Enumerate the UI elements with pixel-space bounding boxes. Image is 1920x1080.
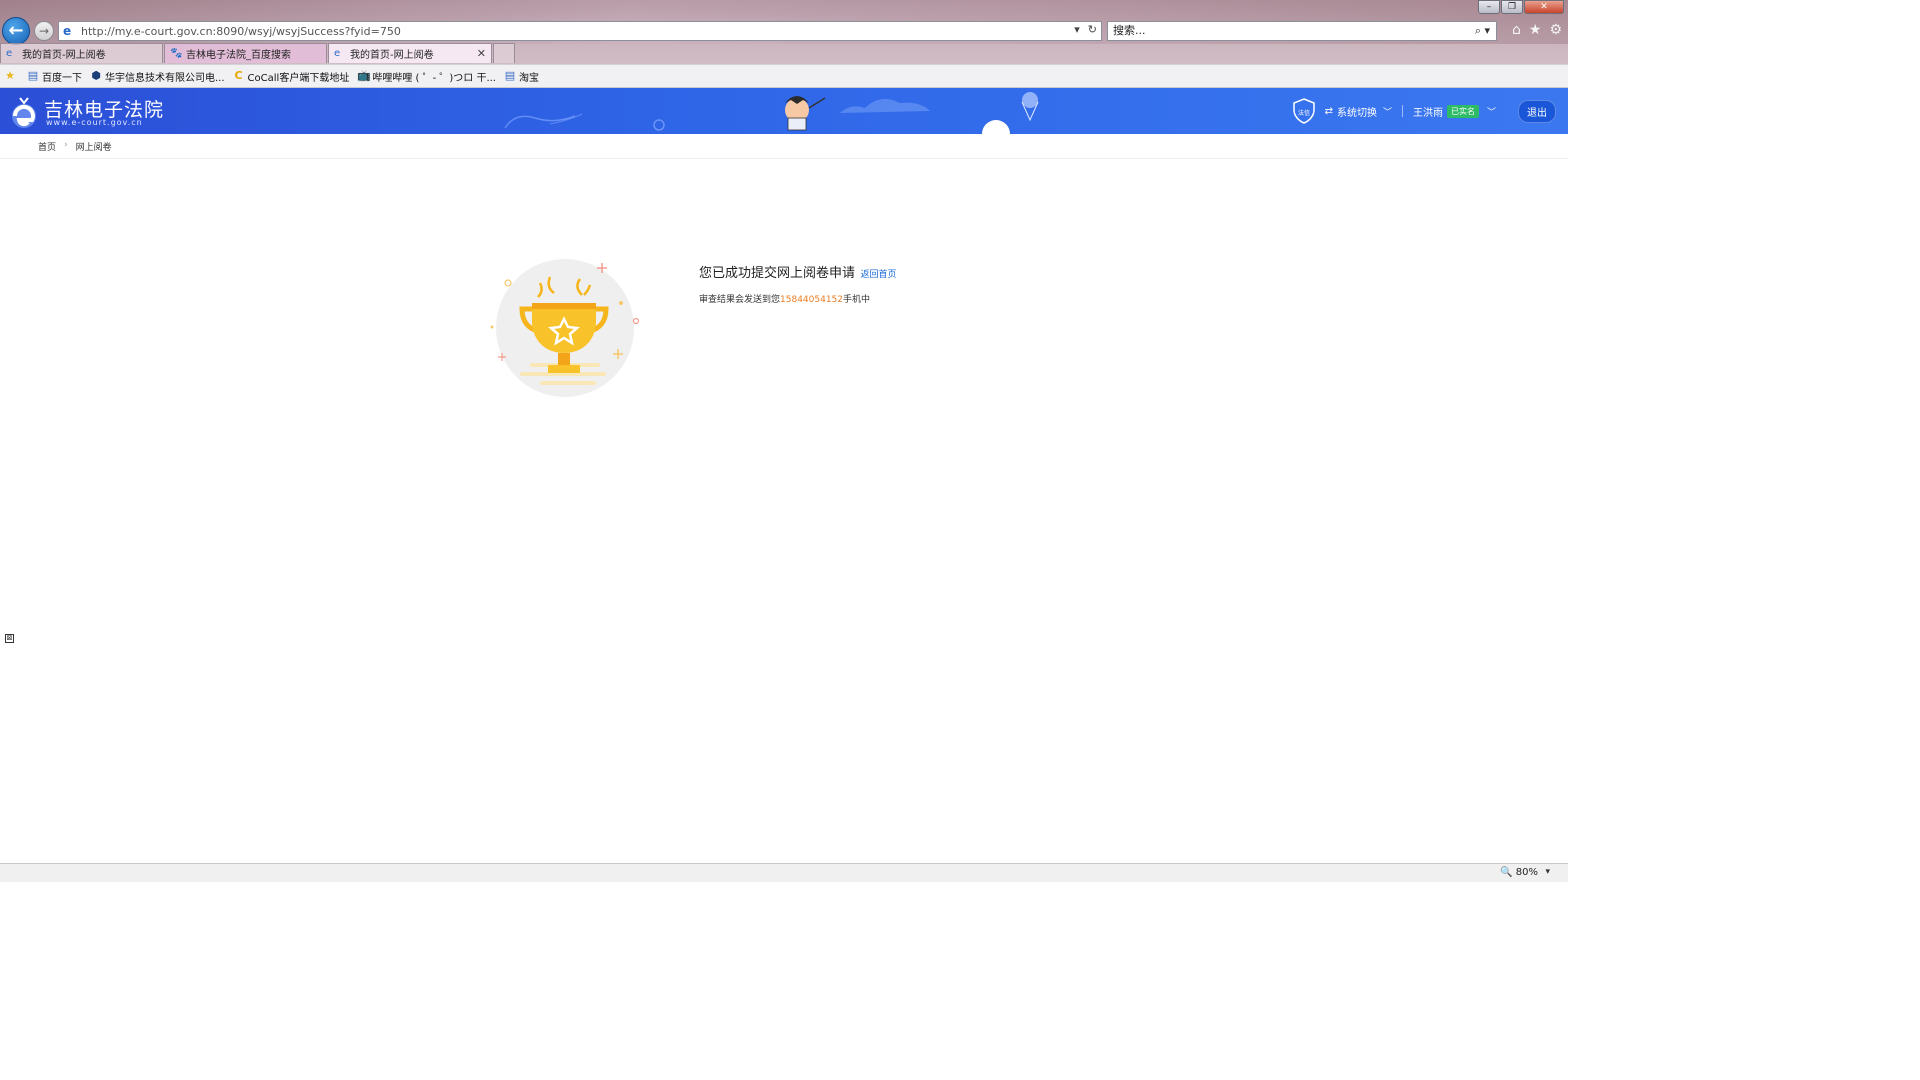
tab-label: 我的首页-网上阅卷 xyxy=(22,50,106,61)
company-icon: ⬢ xyxy=(91,69,101,82)
badge-text: 法信 xyxy=(1298,109,1310,117)
broken-image-icon: ⊠ xyxy=(5,634,14,643)
favorites-star-icon[interactable]: ★ xyxy=(1529,22,1542,38)
header-user-area: 法信 ⇄ 系统切换 ﹀ 王洪雨 已实名 ﹀ 退出 xyxy=(1291,88,1568,134)
note-prefix: 审查结果会发送到您 xyxy=(699,295,781,305)
user-name[interactable]: 王洪雨 xyxy=(1413,104,1443,119)
tab-3-active[interactable]: e 我的首页-网上阅卷 ✕ xyxy=(328,43,492,63)
zoom-magnifier-icon: 🔍 xyxy=(1500,867,1513,878)
window-controls: – ❐ ✕ xyxy=(1478,0,1564,14)
ie-tab-icon: e xyxy=(334,48,341,59)
page-icon: ▤ xyxy=(504,69,516,82)
tab-2[interactable]: 🐾 吉林电子法院_百度搜索 xyxy=(164,43,327,63)
cocall-icon: C xyxy=(234,69,243,82)
verified-badge: 已实名 xyxy=(1446,104,1479,118)
address-controls: ▾ ↻ xyxy=(1074,23,1097,36)
favorite-label: 淘宝 xyxy=(519,72,539,84)
restore-button[interactable]: ❐ xyxy=(1501,0,1523,14)
minimize-button[interactable]: – xyxy=(1478,0,1500,14)
breadcrumb-home[interactable]: 首页 xyxy=(38,140,56,153)
chevron-down-icon: ﹀ xyxy=(1382,107,1392,118)
site-header: 吉林电子法院 www.e-court.gov.cn 法信 ⇄ 系统切换 ﹀ 王洪… xyxy=(0,88,1568,134)
header-divider xyxy=(1401,105,1403,117)
tab-1[interactable]: e 我的首页-网上阅卷 xyxy=(0,43,163,63)
new-tab-button[interactable] xyxy=(493,43,515,63)
favorites-add-button[interactable]: ★ xyxy=(4,70,19,82)
favorite-item[interactable]: ⬢ 华宇信息技术有限公司电... xyxy=(90,69,225,84)
court-logo-icon[interactable] xyxy=(10,95,38,129)
logout-button[interactable]: 退出 xyxy=(1518,99,1556,123)
system-switch-dropdown[interactable]: ⇄ 系统切换 ﹀ xyxy=(1325,104,1392,119)
return-home-link[interactable]: 返回首页 xyxy=(861,270,897,280)
favorite-label: CoCall客户端下载地址 xyxy=(247,72,350,84)
favorite-label: 华宇信息技术有限公司电... xyxy=(105,72,225,84)
favorite-label: 百度一下 xyxy=(42,72,82,84)
back-button[interactable]: ← xyxy=(2,17,30,45)
browser-chrome: – ❐ ✕ ← → e http://my.e-court.gov.cn:809… xyxy=(0,0,1568,88)
refresh-icon[interactable]: ↻ xyxy=(1088,23,1097,36)
success-message: 您已成功提交网上阅卷申请 xyxy=(699,266,856,281)
header-decoration xyxy=(504,92,1039,134)
favorite-item[interactable]: ▤ 淘宝 xyxy=(504,69,539,84)
favorites-bar: ★ ▤ 百度一下 ⬢ 华宇信息技术有限公司电... C CoCall客户端下载地址 📺… xyxy=(0,64,1568,88)
address-url[interactable]: http://my.e-court.gov.cn:8090/wsyj/wsyjS… xyxy=(81,25,401,38)
zoom-value: 80% xyxy=(1515,867,1538,878)
notification-note: 审查结果会发送到您15844054152手机中 xyxy=(699,292,870,305)
tab-label: 吉林电子法院_百度搜索 xyxy=(186,50,291,61)
switch-icon: ⇄ xyxy=(1324,105,1333,117)
ie-page-icon: e xyxy=(63,24,72,38)
tab-strip: e 我的首页-网上阅卷 🐾 吉林电子法院_百度搜索 e 我的首页-网上阅卷 ✕ xyxy=(0,43,516,63)
success-message-block: 您已成功提交网上阅卷申请 返回首页 审查结果会发送到您15844054152手机… xyxy=(699,262,897,305)
search-input[interactable]: 搜索... xyxy=(1113,24,1146,37)
address-bar[interactable]: e http://my.e-court.gov.cn:8090/wsyj/wsy… xyxy=(58,21,1102,41)
search-icon[interactable]: ⌕ ▾ xyxy=(1475,22,1490,40)
zoom-level[interactable]: 🔍 80% xyxy=(1500,867,1538,878)
dropdown-icon[interactable]: ▾ xyxy=(1074,23,1080,36)
bilibili-tv-icon: 📺 xyxy=(357,69,372,82)
faxin-shield-icon[interactable]: 法信 xyxy=(1291,98,1317,124)
page-icon: ▤ xyxy=(27,69,39,82)
add-favorite-star-icon: ★ xyxy=(5,69,15,82)
close-tab-icon[interactable]: ✕ xyxy=(477,47,486,60)
note-suffix: 手机中 xyxy=(843,295,871,305)
breadcrumb: 首页 › 网上阅卷 xyxy=(38,140,112,153)
chevron-right-icon: › xyxy=(64,140,68,150)
phone-number: 15844054152 xyxy=(780,295,844,305)
search-box[interactable]: 搜索... ⌕ ▾ xyxy=(1107,21,1497,41)
tab-label: 我的首页-网上阅卷 xyxy=(350,50,434,61)
breadcrumb-current: 网上阅卷 xyxy=(75,143,112,153)
favorite-item[interactable]: 📺 哔哩哔哩 ( ゜- ゜)つロ 干... xyxy=(357,69,496,84)
home-icon[interactable]: ⌂ xyxy=(1512,22,1521,38)
system-switch-label: 系统切换 xyxy=(1336,107,1377,119)
browser-toolbar-icons: ⌂ ★ ⚙ xyxy=(1512,22,1562,38)
close-window-button[interactable]: ✕ xyxy=(1524,0,1564,14)
browser-status-bar: 🔍 80% ▾ xyxy=(0,863,1568,882)
favorite-item[interactable]: C CoCall客户端下载地址 xyxy=(233,69,350,84)
forward-button[interactable]: → xyxy=(34,21,54,41)
ie-tab-icon: e xyxy=(6,48,13,59)
trophy-success-illustration xyxy=(490,259,640,397)
breadcrumb-divider xyxy=(0,158,1568,159)
user-menu-chevron-icon[interactable]: ﹀ xyxy=(1487,105,1496,118)
site-url: www.e-court.gov.cn xyxy=(46,118,143,127)
favorite-item[interactable]: ▤ 百度一下 xyxy=(27,69,82,84)
baidu-tab-icon: 🐾 xyxy=(170,48,183,59)
settings-gear-icon[interactable]: ⚙ xyxy=(1549,22,1562,38)
zoom-dropdown-icon[interactable]: ▾ xyxy=(1545,867,1550,877)
favorite-label: 哔哩哔哩 ( ゜- ゜)つロ 干... xyxy=(372,72,496,84)
